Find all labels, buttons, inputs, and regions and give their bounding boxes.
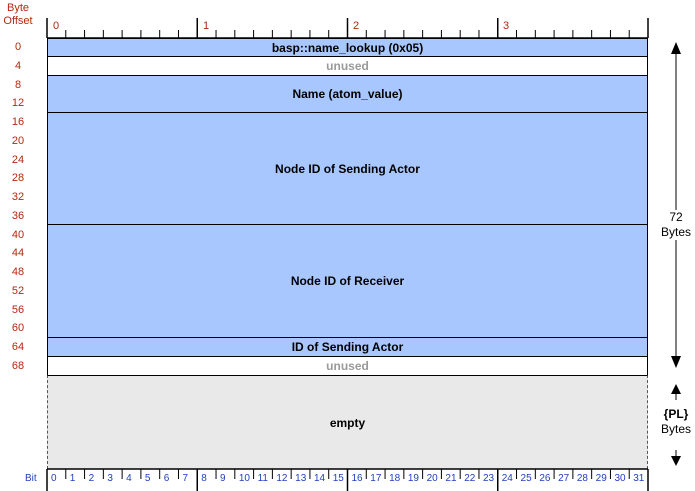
- bit-number: 14: [313, 473, 326, 484]
- total-arrow-up-icon: [671, 42, 681, 54]
- payload-size-value: {PL}: [663, 407, 689, 421]
- bit-number: 30: [614, 473, 626, 484]
- field-unused-2-label: unused: [326, 359, 369, 373]
- field-receiver-node-id: Node ID of Receiver: [47, 224, 648, 338]
- byte-number-1: 1: [203, 20, 210, 32]
- field-sender-actor-id: ID of Sending Actor: [47, 337, 648, 357]
- bit-number: 6: [163, 473, 170, 484]
- total-arrow-down-icon: [671, 356, 681, 368]
- top-ruler: [46, 18, 649, 39]
- payload-size-unit: Bytes: [660, 422, 691, 436]
- bit-number: 18: [389, 473, 401, 484]
- total-size-value: 72: [669, 210, 683, 224]
- offset-label: 32: [11, 191, 25, 203]
- bit-number: 31: [633, 473, 645, 484]
- field-message-type-label: basp::name_lookup (0x05): [271, 40, 424, 55]
- byte-number-0: 0: [53, 20, 60, 32]
- payload-arrow-up-icon: [671, 384, 681, 394]
- bit-label: Bit: [25, 473, 37, 484]
- offset-label: 20: [11, 135, 25, 147]
- field-payload-label: empty: [329, 415, 366, 430]
- bit-number: 29: [595, 473, 607, 484]
- bit-number: 1: [69, 473, 76, 484]
- field-receiver-node-id-label: Node ID of Receiver: [290, 274, 405, 288]
- total-size-label: 72 Bytes: [656, 210, 695, 240]
- bit-number: 3: [107, 473, 113, 484]
- field-message-type: basp::name_lookup (0x05): [47, 38, 648, 57]
- bit-number: 20: [426, 473, 438, 484]
- offset-label: 52: [11, 285, 25, 297]
- offset-label: 44: [11, 247, 25, 259]
- bit-number: 24: [501, 473, 513, 484]
- offset-label: 24: [11, 154, 25, 166]
- offset-label: 12: [11, 97, 25, 109]
- field-unused-1-label: unused: [326, 59, 369, 73]
- bit-number: 12: [276, 473, 288, 484]
- bit-number: 22: [464, 473, 476, 484]
- byte-number-2: 2: [353, 20, 360, 32]
- bit-number: 28: [576, 473, 588, 484]
- field-sender-actor-id-label: ID of Sending Actor: [291, 340, 404, 354]
- bit-number: 13: [295, 473, 307, 484]
- offset-label: 48: [11, 266, 25, 278]
- field-sender-node-id-label: Node ID of Sending Actor: [275, 161, 420, 176]
- offset-label: 36: [11, 210, 25, 222]
- bit-number: 15: [332, 473, 344, 484]
- bit-number: 7: [182, 473, 189, 484]
- bit-number: 23: [482, 473, 495, 484]
- bit-number: 9: [220, 473, 226, 484]
- offset-label: 68: [11, 360, 25, 372]
- bit-number: 21: [445, 473, 457, 484]
- offset-label: 64: [11, 341, 25, 353]
- field-name-label: Name (atom_value): [292, 87, 403, 101]
- byte-number-3: 3: [503, 20, 510, 32]
- offset-label: 16: [11, 116, 25, 128]
- bit-number: 25: [520, 473, 532, 484]
- bit-number: 11: [257, 473, 268, 484]
- bit-number: 16: [351, 473, 363, 484]
- field-payload: empty: [47, 375, 648, 469]
- offset-label: 56: [11, 304, 25, 316]
- bit-number: 4: [126, 473, 132, 484]
- total-size-unit: Bytes: [660, 225, 691, 239]
- offset-label: 40: [11, 229, 25, 241]
- field-sender-node-id: Node ID of Sending Actor: [47, 112, 648, 225]
- field-name: Name (atom_value): [47, 75, 648, 113]
- bit-number: 27: [558, 473, 570, 484]
- bit-number: 0: [51, 473, 57, 484]
- offset-label: 60: [11, 322, 25, 334]
- bit-number: 10: [238, 473, 250, 484]
- offset-label: 28: [11, 172, 25, 184]
- bit-number: 8: [201, 473, 207, 484]
- field-unused-2: unused: [47, 356, 648, 376]
- bit-number: 19: [407, 473, 419, 484]
- payload-size-label: {PL} Bytes: [656, 407, 695, 437]
- bit-number: 2: [88, 473, 95, 484]
- field-unused-1: unused: [47, 56, 648, 76]
- bit-number: 26: [539, 473, 551, 484]
- bit-number: 5: [144, 473, 151, 484]
- offset-label: 4: [14, 60, 22, 72]
- offset-label: 0: [14, 41, 22, 53]
- offset-label: 8: [14, 79, 22, 91]
- bottom-ruler: [46, 468, 649, 491]
- bit-number: 17: [370, 473, 382, 484]
